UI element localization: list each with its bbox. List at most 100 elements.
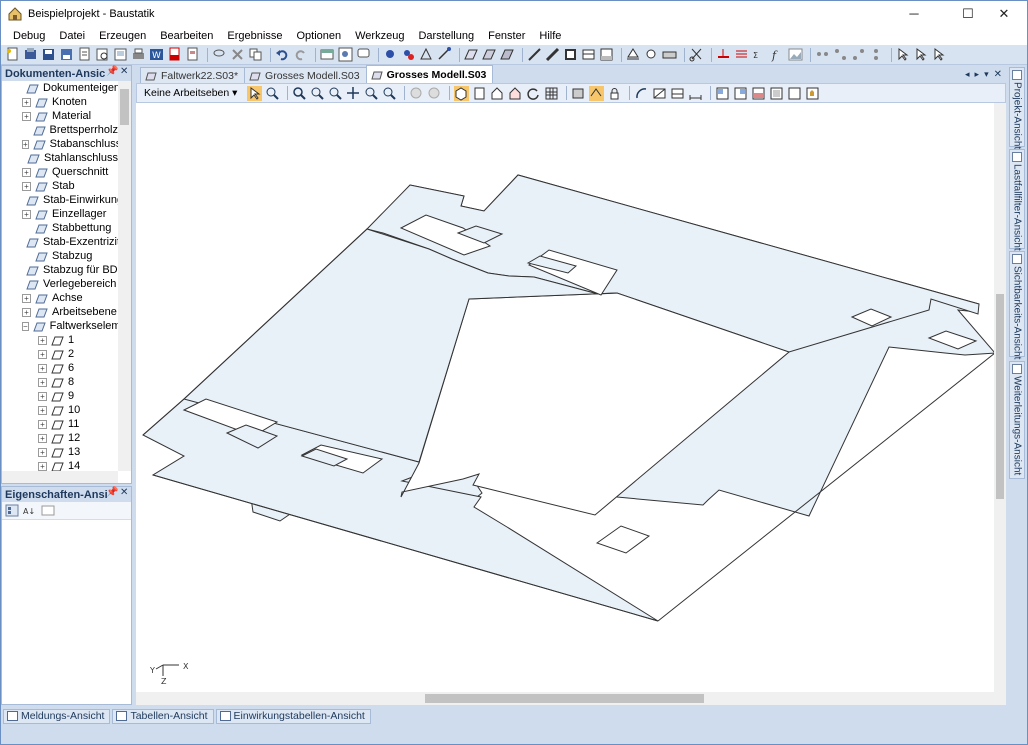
menu-ergebnisse[interactable]: Ergebnisse — [220, 30, 289, 42]
zoom-icon[interactable] — [328, 86, 343, 101]
arc-tool-icon[interactable] — [634, 86, 649, 101]
tree-item[interactable]: Verlegebereich fi — [2, 277, 118, 291]
delete-icon[interactable] — [230, 47, 245, 62]
dimension-icon[interactable] — [688, 86, 703, 101]
tree-child-item[interactable]: +8 — [2, 375, 118, 389]
cursor-select-icon[interactable] — [932, 47, 947, 62]
settings-dropdown-icon[interactable] — [338, 47, 353, 62]
tree-item[interactable]: + Achse — [2, 291, 118, 305]
view-preset-6-icon[interactable] — [805, 86, 820, 101]
window-icon[interactable] — [320, 47, 335, 62]
tab-faltwerk22[interactable]: Faltwerk22.S03* — [140, 67, 246, 83]
expand-icon[interactable]: + — [22, 307, 31, 317]
collapse-icon[interactable]: − — [22, 321, 29, 331]
load-combination-icon[interactable]: Σ — [752, 47, 767, 62]
lasso-icon[interactable] — [212, 47, 227, 62]
preview-icon[interactable] — [95, 47, 110, 62]
expand-icon[interactable]: + — [38, 447, 47, 457]
wall-tool-icon[interactable] — [599, 47, 614, 62]
tree-item[interactable]: Stabzug für BDK — [2, 263, 118, 277]
select-nodes-4-icon[interactable] — [869, 47, 884, 62]
scrollbar-thumb[interactable] — [120, 89, 129, 125]
expand-icon[interactable]: + — [38, 405, 47, 415]
tree-item[interactable]: − Faltwerkselemer — [2, 319, 118, 333]
tree-child-item[interactable]: +9 — [2, 389, 118, 403]
cursor-minus-icon[interactable] — [914, 47, 929, 62]
tree-item[interactable]: Stabbettung — [2, 221, 118, 235]
categorized-icon[interactable] — [5, 504, 19, 517]
close-tab-icon[interactable]: ✕ — [994, 69, 1002, 80]
document-icon[interactable] — [77, 47, 92, 62]
tree-item[interactable]: + Arbeitsebene — [2, 305, 118, 319]
front-view-icon[interactable] — [472, 86, 487, 101]
tree-item[interactable]: Stabzug — [2, 249, 118, 263]
select-arrow-icon[interactable] — [247, 85, 263, 101]
lock-icon[interactable] — [607, 86, 622, 101]
expand-icon[interactable]: + — [22, 97, 31, 107]
expand-icon[interactable]: + — [22, 167, 31, 177]
elevation-view-icon[interactable] — [670, 86, 685, 101]
tab-projekt-ansicht[interactable]: Projekt-Ansicht — [1009, 67, 1025, 149]
section-view-icon[interactable] — [652, 86, 667, 101]
tab-scroll-left-icon[interactable]: ◂ — [965, 69, 970, 80]
rotate-node-icon[interactable] — [419, 47, 434, 62]
menu-datei[interactable]: Datei — [52, 30, 92, 42]
tab-lastfallfilter-ansicht[interactable]: Lastfallfilter-Ansicht — [1009, 149, 1025, 251]
tree-child-item[interactable]: +1 — [2, 333, 118, 347]
wireframe-icon[interactable] — [589, 85, 605, 101]
view-preset-5-icon[interactable] — [787, 86, 802, 101]
redo-icon[interactable] — [293, 47, 308, 62]
support-tool-icon[interactable] — [626, 47, 641, 62]
home-view-icon[interactable] — [490, 86, 505, 101]
tree-item[interactable]: Stahlanschluss — [2, 151, 118, 165]
tree-child-item[interactable]: +12 — [2, 431, 118, 445]
member-tool-icon[interactable] — [527, 47, 542, 62]
expand-icon[interactable]: + — [38, 391, 47, 401]
axis-node-icon[interactable] — [437, 47, 452, 62]
grid-icon[interactable] — [544, 86, 559, 101]
load-tool-2-icon[interactable] — [734, 47, 749, 62]
print-preview-icon[interactable] — [113, 47, 128, 62]
tree-item[interactable]: Brettsperrholz — [2, 123, 118, 137]
tree-item[interactable]: + Material — [2, 109, 118, 123]
scissors-icon[interactable] — [689, 47, 704, 62]
menu-hilfe[interactable]: Hilfe — [532, 30, 568, 42]
tab-meldungs-ansicht[interactable]: Meldungs-Ansicht — [3, 708, 111, 724]
close-icon[interactable]: ✕ — [120, 487, 128, 498]
workplane-dropdown[interactable]: Keine Arbeitseben ▾ — [140, 87, 241, 99]
select-nodes-3-icon[interactable] — [851, 47, 866, 62]
word-export-icon[interactable]: W — [149, 47, 164, 62]
tab-grosses-modell-2[interactable]: Grosses Modell.S03 — [365, 65, 494, 83]
menu-bearbeiten[interactable]: Bearbeiten — [153, 30, 220, 42]
iso-view-icon[interactable] — [454, 85, 470, 101]
foundation-tool-icon[interactable] — [662, 47, 677, 62]
member-tool-2-icon[interactable] — [545, 47, 560, 62]
zoom-window-icon[interactable] — [310, 86, 325, 101]
tab-list-icon[interactable]: ▾ — [984, 69, 989, 80]
pdf-export-icon[interactable] — [167, 47, 182, 62]
menu-erzeugen[interactable]: Erzeugen — [92, 30, 153, 42]
zoom-in-icon[interactable] — [364, 86, 379, 101]
tree-item[interactable]: + Einzellager — [2, 207, 118, 221]
expand-icon[interactable]: + — [38, 419, 47, 429]
tree-item[interactable]: + Querschnitt — [2, 165, 118, 179]
expand-icon[interactable]: + — [38, 363, 47, 373]
select-nodes-2-icon[interactable] — [833, 47, 848, 62]
load-tool-icon[interactable] — [716, 47, 731, 62]
expand-icon[interactable]: + — [38, 377, 47, 387]
house-view-icon[interactable] — [508, 86, 523, 101]
function-icon[interactable]: f — [770, 47, 785, 62]
view-preset-3-icon[interactable] — [751, 86, 766, 101]
menu-fenster[interactable]: Fenster — [481, 30, 532, 42]
node-tool-2-icon[interactable] — [401, 47, 416, 62]
menu-debug[interactable]: Debug — [6, 30, 52, 42]
expand-icon[interactable]: + — [22, 111, 31, 121]
tab-sichtbarkeits-ansicht[interactable]: Sichtbarkeits-Ansicht — [1009, 251, 1025, 359]
undo-icon[interactable] — [275, 47, 290, 62]
view-preset-2-icon[interactable] — [733, 86, 748, 101]
tree-item[interactable]: Stab-Einwirkung — [2, 193, 118, 207]
view-back-icon[interactable] — [409, 86, 424, 101]
expand-icon[interactable]: + — [38, 461, 47, 471]
tree-child-item[interactable]: +14 — [2, 459, 118, 471]
minimize-button[interactable]: ─ — [891, 1, 937, 26]
